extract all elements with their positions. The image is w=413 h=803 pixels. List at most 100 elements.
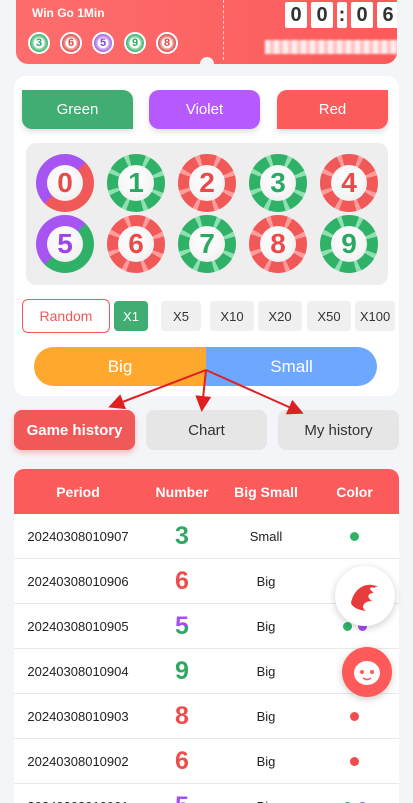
number-cell: 6 xyxy=(142,559,222,603)
result-number: 9 xyxy=(175,656,189,685)
banner-divider xyxy=(223,0,224,60)
timer-digit: 6 xyxy=(377,2,397,28)
period-cell: 20240308010906 xyxy=(27,573,129,589)
big-small-cell: Big xyxy=(222,784,310,803)
multiplier-x100[interactable]: X100 xyxy=(355,301,395,331)
header-number: Number xyxy=(155,483,209,500)
number-ball-label: 6 xyxy=(128,228,144,259)
number-ball-2[interactable]: 2 xyxy=(178,154,236,212)
chat-mascot-icon xyxy=(354,661,380,685)
number-ball-label: 7 xyxy=(199,228,215,259)
number-ball-label: 0 xyxy=(57,167,73,198)
result-number: 5 xyxy=(175,792,189,803)
multiplier-x10[interactable]: X10 xyxy=(210,301,254,331)
big-small-cell: Big xyxy=(256,573,276,589)
recent-result-ball: 5 xyxy=(92,32,114,54)
number-cell: 9 xyxy=(142,649,222,693)
multiplier-x1[interactable]: X1 xyxy=(114,301,148,331)
small-button[interactable]: Small xyxy=(206,347,377,386)
number-ball-label: 5 xyxy=(57,228,73,259)
big-small-selector: Big Small xyxy=(34,347,377,386)
number-balls-panel: 0 1 2 3 4 5 6 7 8 9 xyxy=(26,143,388,285)
period-cell: 20240308010905 xyxy=(27,618,129,634)
countdown-timer: 00:06 xyxy=(285,2,397,28)
big-small-cell: Big xyxy=(256,663,276,679)
result-number: 8 xyxy=(175,701,189,730)
color-cell xyxy=(310,514,399,558)
number-ball-label: 1 xyxy=(128,167,144,198)
banner-notch xyxy=(200,57,214,71)
color-dot xyxy=(350,756,359,766)
recent-result-ball: 6 xyxy=(60,32,82,54)
random-button[interactable]: Random xyxy=(22,299,110,333)
color-cell xyxy=(310,784,399,803)
betting-card: Green Violet Red 0 1 2 3 4 5 6 7 8 9 Random X1 X5 X… xyxy=(14,76,399,396)
period-cell: 20240308010903 xyxy=(27,708,129,724)
game-banner: Win Go 1Min 36598 00:06 xyxy=(16,0,397,64)
number-ball-label: 8 xyxy=(270,228,286,259)
number-ball-7[interactable]: 7 xyxy=(178,215,236,273)
recent-result-ball: 8 xyxy=(156,32,178,54)
color-dot xyxy=(342,621,352,631)
number-ball-1[interactable]: 1 xyxy=(107,154,165,212)
dragon-icon xyxy=(343,574,387,618)
header-period: Period xyxy=(56,483,100,500)
color-dot xyxy=(350,531,359,541)
recent-results: 36598 xyxy=(28,32,178,54)
timer-digit: 0 xyxy=(311,2,333,28)
color-cell xyxy=(310,694,399,738)
violet-bet-button[interactable]: Violet xyxy=(149,90,260,129)
tab-chart[interactable]: Chart xyxy=(146,410,267,450)
chat-float-button[interactable] xyxy=(342,647,392,697)
number-ball-0[interactable]: 0 xyxy=(36,154,94,212)
period-cell: 20240308010902 xyxy=(27,753,129,769)
period-cell: 20240308010901 xyxy=(14,784,142,803)
big-small-cell: Big xyxy=(256,753,276,769)
table-row: 20240308010901 5 Big xyxy=(14,784,399,803)
game-title: Win Go 1Min xyxy=(32,6,105,20)
red-bet-button[interactable]: Red xyxy=(277,90,388,129)
number-ball-9[interactable]: 9 xyxy=(320,215,378,273)
multiplier-x50[interactable]: X50 xyxy=(307,301,351,331)
number-ball-5[interactable]: 5 xyxy=(36,215,94,273)
number-ball-label: 9 xyxy=(341,228,357,259)
color-dot xyxy=(350,711,359,721)
table-row: 20240308010902 6 Big xyxy=(14,739,399,784)
header-color: Color xyxy=(336,483,373,500)
tab-my-history[interactable]: My history xyxy=(278,410,399,450)
tab-game-history[interactable]: Game history xyxy=(14,410,135,450)
number-cell: 5 xyxy=(142,604,222,648)
timer-colon: : xyxy=(337,2,347,28)
header-big-small: Big Small xyxy=(234,483,298,500)
timer-digit: 0 xyxy=(285,2,307,28)
period-cell: 20240308010904 xyxy=(27,663,129,679)
number-ball-4[interactable]: 4 xyxy=(320,154,378,212)
big-small-cell: Big xyxy=(256,708,276,724)
table-header: Period Number Big Small Color xyxy=(14,469,399,514)
number-cell: 6 xyxy=(142,739,222,783)
multiplier-x20[interactable]: X20 xyxy=(258,301,302,331)
table-row: 20240308010903 8 Big xyxy=(14,694,399,739)
game-history-table: Period Number Big Small Color 2024030801… xyxy=(14,469,399,803)
blurred-period-number xyxy=(265,40,397,54)
big-small-cell: Big xyxy=(256,618,276,634)
period-cell: 20240308010907 xyxy=(27,528,129,544)
number-ball-6[interactable]: 6 xyxy=(107,215,165,273)
result-number: 3 xyxy=(175,521,189,550)
number-ball-8[interactable]: 8 xyxy=(249,215,307,273)
color-cell xyxy=(310,739,399,783)
table-row: 20240308010907 3 Small xyxy=(14,514,399,559)
multiplier-row: Random X1 X5 X10 X20 X50 X100 xyxy=(22,299,397,333)
green-bet-button[interactable]: Green xyxy=(22,90,133,129)
number-cell: 8 xyxy=(142,694,222,738)
multiplier-x5[interactable]: X5 xyxy=(161,301,201,331)
result-number: 6 xyxy=(175,566,189,595)
big-button[interactable]: Big xyxy=(34,347,206,386)
recent-result-ball: 9 xyxy=(124,32,146,54)
number-ball-label: 3 xyxy=(270,167,286,198)
number-ball-label: 2 xyxy=(199,167,215,198)
dragon-float-button[interactable] xyxy=(335,566,395,626)
number-cell: 3 xyxy=(142,514,222,558)
number-ball-3[interactable]: 3 xyxy=(249,154,307,212)
result-number: 6 xyxy=(175,746,189,775)
